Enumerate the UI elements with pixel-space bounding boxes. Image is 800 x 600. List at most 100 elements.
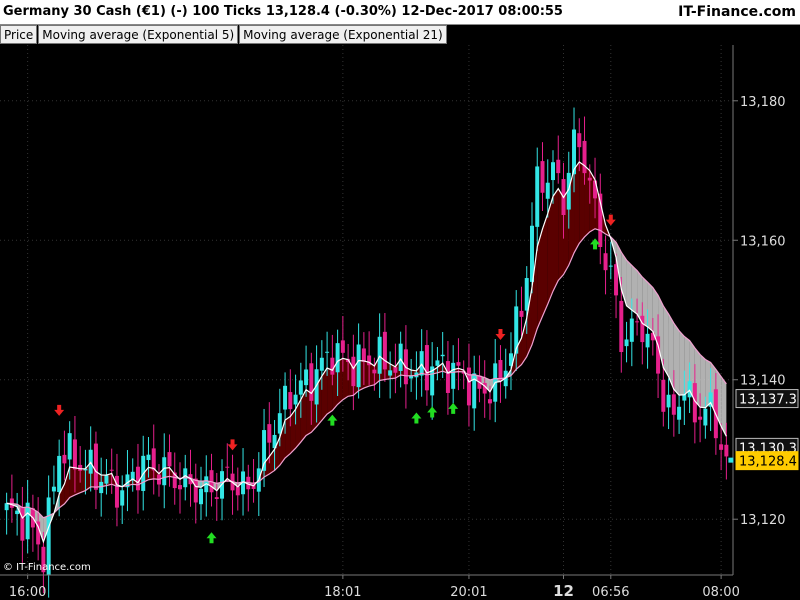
sell-signal-arrow-0 (54, 404, 65, 416)
candle-body-115 (608, 265, 613, 267)
candle-body-104 (551, 162, 555, 181)
candle-body-62 (330, 357, 335, 375)
candle-body-68 (361, 348, 366, 362)
candle-body-61 (325, 351, 330, 353)
y-tick-label-0: 13,120 (740, 513, 786, 528)
candle-body-132 (698, 416, 703, 420)
candle-body-19 (104, 475, 109, 484)
y-tick-label-3: 13,180 (740, 95, 786, 110)
candle-body-94 (498, 359, 503, 380)
x-tick-label-1: 18:01 (324, 585, 361, 600)
candle-body-126 (666, 394, 671, 408)
candle-body-73 (388, 370, 393, 376)
candle-body-33 (178, 485, 182, 490)
ema-fill-segment-12 (69, 467, 75, 498)
ema-fill-segment-125 (663, 305, 669, 377)
sell-signal-arrow-2 (227, 439, 238, 451)
candle-body-52 (277, 413, 282, 434)
sell-signal-arrow-7 (495, 328, 506, 340)
candle-body-57 (304, 369, 309, 386)
candle-body-74 (393, 367, 398, 373)
y-tick-label-2: 13,160 (740, 234, 786, 249)
ema-fill-segment-104 (553, 188, 559, 292)
candle-body-85 (451, 362, 456, 389)
candle-body-9 (51, 486, 56, 492)
candle-body-31 (167, 452, 172, 467)
candle-body-54 (288, 392, 293, 410)
candle-body-25 (135, 466, 140, 491)
x-tick-label-4: 06:56 (592, 585, 629, 600)
price-chart[interactable]: 13,120 13,140 13,160 13,180 16:00 18:01 20:01 1… (0, 0, 800, 600)
candle-body-72 (382, 331, 387, 370)
ema-fill-segment-13 (74, 467, 81, 495)
candle-body-55 (293, 394, 298, 405)
candle-body-3 (20, 506, 25, 541)
candle-body-28 (151, 448, 156, 471)
candle-body-114 (603, 253, 608, 271)
candle-body-20 (109, 469, 114, 471)
candle-body-75 (398, 343, 403, 371)
candle-body-125 (661, 379, 666, 412)
x-tick-label-2: 20:01 (450, 585, 487, 600)
candle-body-120 (635, 321, 640, 323)
candle-body-30 (162, 457, 167, 486)
buy-signal-arrow-1 (206, 532, 217, 544)
candle-body-36 (193, 478, 198, 503)
candle-body-64 (340, 340, 345, 353)
ema-fill-segment-128 (679, 330, 685, 396)
buy-signal-arrow-4 (411, 412, 422, 424)
ema-fill-segment-61 (327, 368, 333, 415)
ema-fill-segment-102 (542, 213, 548, 317)
x-tick-label-0: 16:00 (9, 585, 46, 600)
x-tick-label-3: 12 (553, 582, 574, 600)
candle-body-27 (146, 454, 151, 461)
ema-fill-segment-127 (673, 323, 680, 396)
ema-fill-segment-108 (574, 161, 580, 253)
candle-body-50 (267, 424, 272, 443)
candle-body-71 (377, 336, 382, 374)
candle-body-127 (671, 394, 676, 415)
candle-body-83 (440, 354, 445, 357)
candle-body-118 (624, 339, 629, 347)
candle-body-42 (225, 466, 230, 468)
y-tick-label-1: 13,140 (740, 374, 786, 389)
candle-body-136 (719, 444, 724, 450)
candle-body-14 (78, 464, 83, 471)
candle-body-10 (57, 455, 62, 493)
candle-body-82 (435, 360, 440, 366)
candle-body-103 (545, 182, 550, 199)
ema-fill-segment-118 (626, 260, 632, 311)
ema-fill-segment-53 (285, 416, 291, 459)
candle-body-119 (629, 318, 634, 342)
candle-body-102 (540, 161, 545, 193)
candle-body-2 (15, 510, 20, 515)
buy-signal-arrow-6 (448, 402, 459, 414)
candle-body-98 (519, 310, 524, 317)
candle-body-133 (703, 408, 708, 426)
ema-fill-segment-110 (584, 165, 590, 237)
candle-body-80 (424, 345, 429, 391)
candle-body-130 (687, 381, 692, 398)
candle-body-101 (535, 166, 540, 227)
candle-body-84 (445, 361, 450, 393)
candle-body-105 (556, 159, 561, 174)
candle-body-37 (199, 488, 204, 505)
candle-body-122 (645, 333, 650, 348)
candle-body-92 (487, 399, 492, 404)
last-price-marker (728, 457, 734, 463)
copyright-text: © IT-Finance.com (3, 562, 91, 573)
ema-fill-segment-109 (579, 161, 585, 244)
candle-body-22 (120, 490, 125, 506)
candle-body-128 (677, 406, 682, 420)
candle-body-110 (582, 140, 587, 174)
candle-body-117 (619, 300, 624, 353)
candle-body-137 (724, 444, 729, 457)
candle-body-13 (72, 439, 77, 470)
candle-body-86 (456, 362, 461, 366)
price-badge-label-0: 13,137.3 (739, 393, 797, 408)
buy-signal-arrow-3 (327, 414, 338, 426)
candle-body-0 (4, 503, 9, 511)
sell-signal-arrow-9 (605, 214, 616, 226)
ema-fill-segment-122 (647, 282, 653, 332)
candle-body-56 (298, 380, 303, 395)
